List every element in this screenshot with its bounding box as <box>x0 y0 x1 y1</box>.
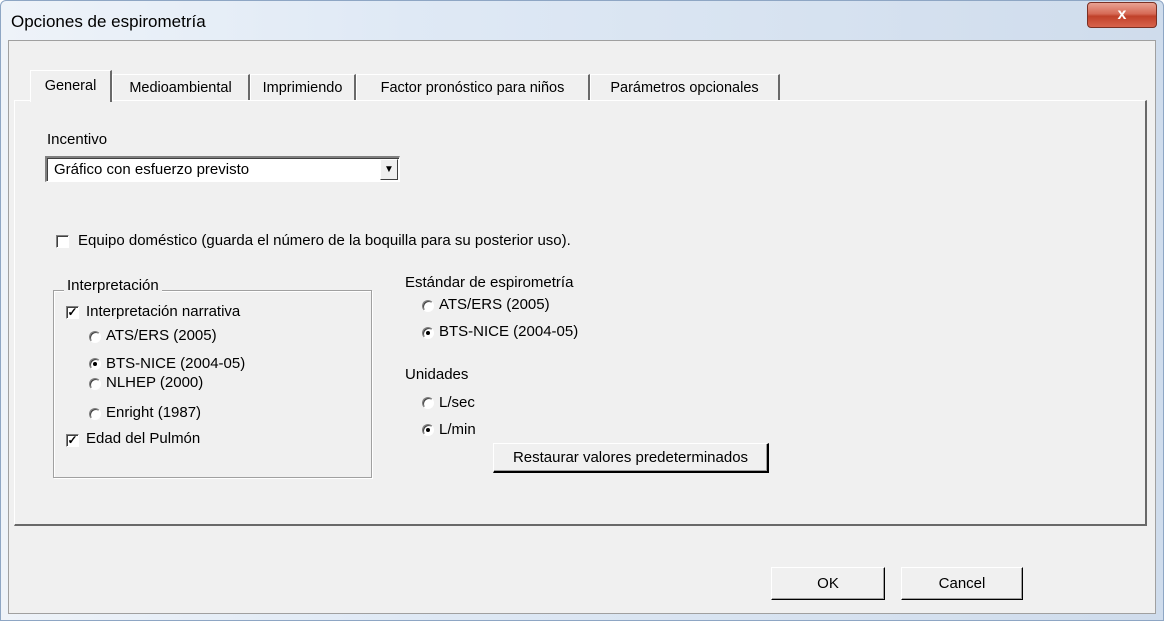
cancel-button[interactable]: Cancel <box>901 567 1023 600</box>
lung-age-checkbox[interactable]: ✓ <box>66 434 79 447</box>
interp-radio-label: Enright (1987) <box>106 404 202 421</box>
cancel-label: Cancel <box>938 575 986 592</box>
interp-radio-label: NLHEP (2000) <box>106 374 204 391</box>
tab-label: Medioambiental <box>129 80 232 96</box>
incentive-selected-value: Gráfico con esfuerzo previsto <box>54 161 250 178</box>
interpretation-group-title: Interpretación <box>64 277 162 294</box>
narrative-interpretation-checkbox[interactable]: ✓ <box>66 306 79 319</box>
ok-label: OK <box>817 575 839 592</box>
standard-radio-label: ATS/ERS (2005) <box>439 296 550 313</box>
interp-radio-nlhep[interactable] <box>89 378 101 390</box>
interp-radio-bts-nice[interactable] <box>89 358 101 370</box>
standard-radio-bts-nice[interactable] <box>422 327 434 339</box>
restore-defaults-label: Restaurar valores predeterminados <box>512 449 749 466</box>
window-title: Opciones de espirometría <box>11 12 206 31</box>
home-equipment-label: Equipo doméstico (guarda el número de la… <box>78 232 571 249</box>
interp-radio-label: ATS/ERS (2005) <box>106 327 217 344</box>
units-label: Unidades <box>405 366 469 383</box>
lung-age-label: Edad del Pulmón <box>86 430 201 447</box>
tab-label: General <box>44 78 97 94</box>
spirometry-standard-label: Estándar de espirometría <box>405 274 574 291</box>
standard-radio-ats-ers[interactable] <box>422 300 434 312</box>
units-radio-label: L/min <box>439 421 476 438</box>
narrative-interpretation-label: Interpretación narrativa <box>86 303 241 320</box>
home-equipment-checkbox[interactable] <box>56 235 69 248</box>
tab-imprimiendo[interactable]: Imprimiendo <box>250 74 356 101</box>
tab-factor-pronostico[interactable]: Factor pronóstico para niños <box>356 74 590 101</box>
tab-general[interactable]: General <box>30 70 112 102</box>
interp-radio-enright[interactable] <box>89 408 101 420</box>
ok-button[interactable]: OK <box>771 567 885 600</box>
units-radio-lsec[interactable] <box>422 397 434 409</box>
tab-label: Parámetros opcionales <box>610 80 759 96</box>
units-radio-label: L/sec <box>439 394 475 411</box>
tab-medioambiental[interactable]: Medioambiental <box>112 74 250 101</box>
incentive-label: Incentivo <box>47 131 108 148</box>
restore-defaults-button[interactable]: Restaurar valores predeterminados <box>493 443 769 473</box>
tab-parametros-opcionales[interactable]: Parámetros opcionales <box>590 74 780 101</box>
close-icon: x <box>1117 6 1127 23</box>
interp-radio-label: BTS-NICE (2004-05) <box>106 355 246 372</box>
interp-radio-ats-ers[interactable] <box>89 331 101 343</box>
incentive-dropdown[interactable]: Gráfico con esfuerzo previsto ▼ <box>45 156 400 182</box>
title-bar[interactable]: Opciones de espirometría x <box>0 0 1164 40</box>
chevron-down-icon[interactable]: ▼ <box>380 159 398 180</box>
tab-label: Imprimiendo <box>262 80 343 96</box>
close-button[interactable]: x <box>1087 2 1157 28</box>
tab-label: Factor pronóstico para niños <box>380 80 565 96</box>
units-radio-lmin[interactable] <box>422 424 434 436</box>
standard-radio-label: BTS-NICE (2004-05) <box>439 323 579 340</box>
